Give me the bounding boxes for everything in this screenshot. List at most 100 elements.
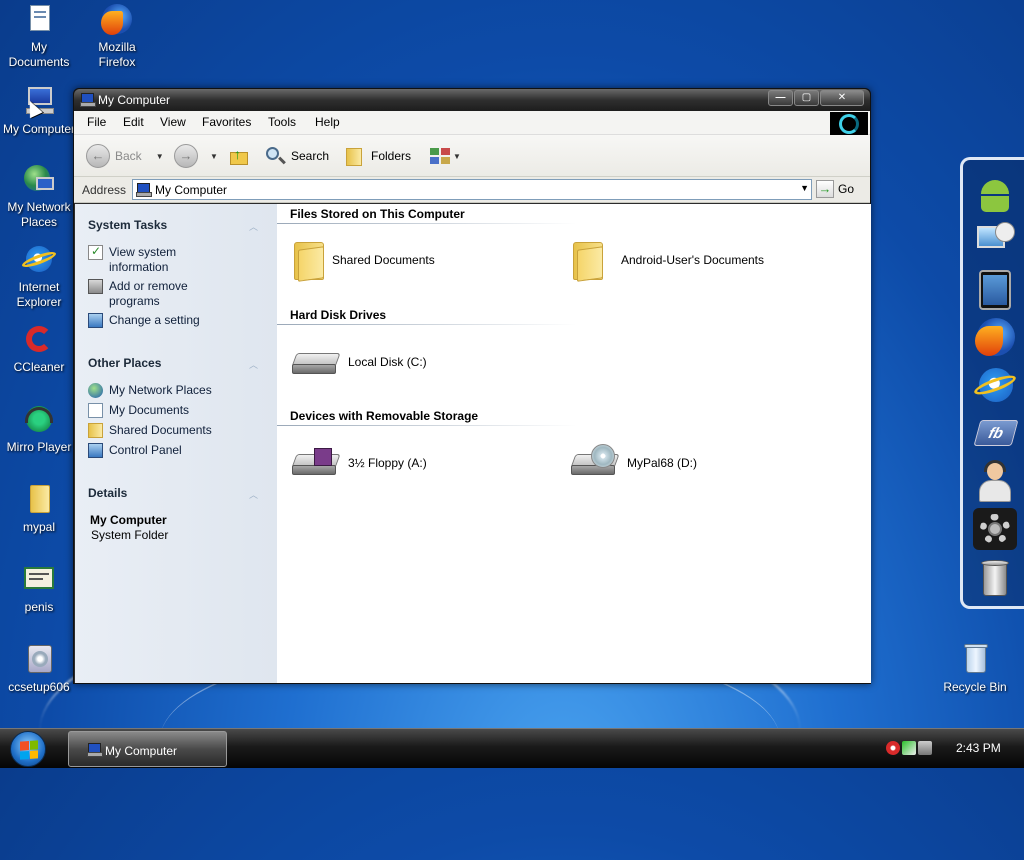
go-label: Go: [838, 182, 855, 196]
desktop-icon-my-documents[interactable]: My Documents: [1, 3, 77, 70]
item-shared-documents[interactable]: Shared Documents: [292, 238, 435, 282]
toolbar: ← Back ▼ → ▼ ↑ Search Folders ▼: [74, 135, 870, 177]
item-label: MyPal68 (D:): [627, 456, 698, 470]
address-input[interactable]: My Computer ▼: [132, 179, 812, 200]
place-label: Shared Documents: [109, 423, 212, 437]
item-android-user-documents[interactable]: Android-User's Documents: [571, 238, 764, 282]
window-content: System Tasks ︿ ✓ View system information…: [75, 204, 871, 683]
chevron-down-icon[interactable]: ▼: [800, 183, 809, 193]
monitor-satellite-icon[interactable]: [973, 220, 1017, 262]
taskbar-item-my-computer[interactable]: My Computer: [68, 731, 227, 767]
control-panel-icon: [88, 313, 103, 328]
side-dock: fb: [960, 157, 1024, 609]
place-label: My Documents: [109, 403, 190, 417]
address-label: Address: [82, 183, 127, 197]
desktop-icon-network-places[interactable]: My Network Places: [1, 163, 77, 230]
desktop-icon-firefox[interactable]: Mozilla Firefox: [79, 3, 155, 70]
menu-tools[interactable]: Tools: [268, 115, 296, 129]
hard-drive-icon: [291, 347, 342, 377]
minimize-button[interactable]: —: [768, 90, 793, 106]
group-files-stored: Files Stored on This Computer: [290, 207, 465, 221]
menu-favorites[interactable]: Favorites: [202, 115, 251, 129]
place-control-panel[interactable]: Control Panel: [88, 443, 182, 458]
collapse-icon[interactable]: ︿: [249, 358, 258, 371]
group-divider: [277, 425, 577, 426]
start-button[interactable]: [10, 731, 46, 767]
chevron-down-icon[interactable]: ▼: [156, 152, 164, 161]
collapse-icon[interactable]: ︿: [249, 488, 258, 501]
computer-icon: [80, 93, 96, 107]
installer-icon: [22, 643, 56, 677]
forward-button[interactable]: → ▼: [174, 135, 218, 177]
network-places-icon: [88, 383, 103, 398]
details-title[interactable]: Details: [88, 486, 127, 500]
trash-can-icon[interactable]: [973, 556, 1017, 598]
windows-throbber-logo: [830, 112, 868, 135]
firefox-icon[interactable]: [973, 316, 1017, 358]
task-label: Change a setting: [109, 313, 200, 327]
android-icon[interactable]: [973, 172, 1017, 214]
item-mypal68-d[interactable]: MyPal68 (D:): [570, 444, 698, 478]
place-shared-documents[interactable]: Shared Documents: [88, 423, 212, 438]
close-button[interactable]: ✕: [820, 90, 864, 106]
item-label: Local Disk (C:): [348, 355, 427, 369]
sync-tray-icon[interactable]: [902, 741, 916, 755]
desktop-icon-ccsetup[interactable]: ccsetup606: [1, 643, 77, 695]
support-person-icon[interactable]: [973, 460, 1017, 502]
firefox-icon: [100, 3, 134, 37]
system-tasks-title[interactable]: System Tasks: [88, 218, 167, 232]
chevron-down-icon[interactable]: ▼: [210, 152, 218, 161]
views-button[interactable]: ▼: [430, 135, 461, 177]
desktop-icon-ccleaner[interactable]: CCleaner: [1, 323, 77, 375]
desktop-icon-label: penis: [24, 600, 54, 614]
desktop-icon-penis[interactable]: penis: [1, 563, 77, 615]
ccleaner-icon: [22, 323, 56, 357]
my-computer-window[interactable]: My Computer — ▢ ✕ File Edit View Favorit…: [73, 88, 871, 684]
place-my-network-places[interactable]: My Network Places: [88, 383, 212, 398]
up-folder-icon: ↑: [228, 146, 250, 166]
other-places-title[interactable]: Other Places: [88, 356, 161, 370]
item-label: Android-User's Documents: [621, 253, 765, 267]
task-view-system-information[interactable]: ✓ View system information: [88, 244, 176, 275]
desktop-icon-mirro-player[interactable]: Mirro Player: [1, 403, 77, 455]
menu-edit[interactable]: Edit: [123, 115, 144, 129]
task-change-setting[interactable]: Change a setting: [88, 313, 200, 328]
settings-gear-icon[interactable]: [973, 508, 1017, 550]
menu-help[interactable]: Help: [315, 115, 340, 129]
back-button[interactable]: ← Back ▼: [86, 135, 164, 177]
menu-file[interactable]: File: [87, 115, 106, 129]
desktop-icon-internet-explorer[interactable]: Internet Explorer: [1, 243, 77, 310]
task-label: Add or remove programs: [109, 279, 188, 308]
collapse-icon[interactable]: ︿: [249, 220, 258, 233]
folders-button[interactable]: Folders: [344, 135, 411, 177]
task-add-remove-programs[interactable]: Add or remove programs: [88, 279, 188, 309]
menu-view[interactable]: View: [160, 115, 186, 129]
place-label: Control Panel: [109, 443, 182, 457]
back-label: Back: [115, 149, 142, 163]
place-my-documents[interactable]: My Documents: [88, 403, 189, 418]
clock[interactable]: 2:43 PM: [956, 741, 1001, 755]
desktop-icon-recycle-bin[interactable]: Recycle Bin: [937, 643, 1013, 695]
up-folder-button[interactable]: ↑: [228, 135, 250, 177]
tablet-icon[interactable]: [973, 268, 1017, 310]
desktop-icon-mypal[interactable]: mypal: [1, 483, 77, 535]
go-button[interactable]: → Go: [816, 180, 854, 198]
item-local-disk-c[interactable]: Local Disk (C:): [291, 347, 427, 377]
search-button[interactable]: Search: [264, 135, 329, 177]
recycle-bin-icon: [958, 643, 992, 677]
window-title-bar[interactable]: My Computer — ▢ ✕: [74, 89, 870, 111]
forward-arrow-icon: →: [174, 144, 198, 168]
internet-explorer-icon[interactable]: [972, 364, 1018, 406]
ccleaner-tray-icon[interactable]: [886, 741, 900, 755]
menu-bar: File Edit View Favorites Tools Help: [74, 111, 870, 135]
folder-icon: [292, 238, 326, 282]
place-label: My Network Places: [109, 383, 212, 397]
item-floppy-a[interactable]: 3½ Floppy (A:): [291, 448, 427, 478]
media-player-icon: [22, 403, 56, 437]
facebook-icon[interactable]: fb: [973, 412, 1019, 454]
network-places-icon: [22, 163, 56, 197]
folder-icon: [571, 238, 605, 282]
network-tray-icon[interactable]: [918, 741, 932, 755]
maximize-button[interactable]: ▢: [794, 90, 819, 106]
search-icon: [264, 145, 286, 167]
